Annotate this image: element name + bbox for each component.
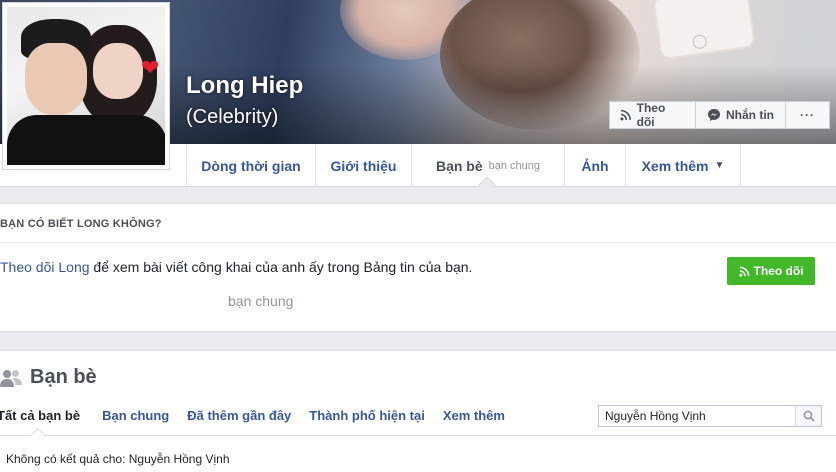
friends-filter-tabs: Tất cả bạn bè Bạn chung Đã thêm gần đây …	[0, 408, 523, 423]
friends-search	[598, 405, 822, 427]
card-description: Theo dõi Long để xem bài viết công khai …	[0, 259, 473, 275]
profile-name[interactable]: Long Hiep	[186, 72, 303, 100]
rss-icon	[620, 109, 631, 121]
mutual-friends-count: bạn chung	[488, 159, 541, 172]
more-dots-icon: ···	[800, 108, 815, 122]
phone-in-cover	[652, 0, 756, 61]
follow-link[interactable]: Theo dõi Long	[0, 259, 90, 275]
friends-tab-recent[interactable]: Đã thêm gần đây	[187, 408, 291, 423]
friends-header: Bạn bè	[0, 366, 97, 389]
tab-timeline[interactable]: Dòng thời gian	[186, 144, 315, 187]
profile-page: Long Hiep (Celebrity) Theo dõi Nhắn tin …	[0, 0, 836, 472]
mutual-friends-label[interactable]: bạn chung	[228, 293, 293, 309]
follow-green-button[interactable]: Theo dõi	[727, 257, 815, 285]
tab-more[interactable]: Xem thêm ▼	[625, 144, 741, 187]
rss-icon	[738, 266, 749, 277]
more-options-button[interactable]: ···	[786, 101, 830, 129]
suggest-follow-card: BẠN CÓ BIẾT LONG KHÔNG? Theo dõi Long để…	[0, 203, 836, 332]
follow-button[interactable]: Theo dõi	[609, 101, 696, 129]
follow-button-label: Theo dõi	[636, 101, 666, 129]
message-button-label: Nhắn tin	[726, 108, 774, 122]
card-title: BẠN CÓ BIẾT LONG KHÔNG?	[0, 218, 162, 230]
message-button[interactable]: Nhắn tin	[696, 101, 786, 129]
messenger-icon	[708, 109, 720, 121]
friends-search-input[interactable]	[599, 406, 795, 426]
search-icon	[803, 410, 815, 422]
tab-photos[interactable]: Ảnh	[564, 144, 625, 187]
friends-title: Bạn bè	[30, 366, 97, 388]
friends-tab-more[interactable]: Xem thêm	[443, 408, 505, 423]
search-button[interactable]	[795, 406, 821, 426]
friends-tab-current-city[interactable]: Thành phố hiện tại	[309, 408, 425, 423]
friends-section: Bạn bè Tất cả bạn bè Bạn chung Đã thêm g…	[0, 350, 836, 472]
profile-category: (Celebrity)	[186, 106, 279, 128]
heart-icon: ❤	[141, 55, 160, 80]
friends-tab-all[interactable]: Tất cả bạn bè	[0, 408, 80, 423]
friends-icon	[0, 369, 22, 387]
cover-action-buttons: Theo dõi Nhắn tin ···	[609, 101, 830, 129]
friends-tab-mutual[interactable]: Bạn chung	[102, 408, 169, 423]
no-result-message: Không có kết quả cho: Nguyễn Hồng Vịnh	[6, 452, 230, 466]
profile-picture[interactable]: ❤	[2, 2, 170, 170]
active-tab-notch	[30, 427, 46, 443]
caret-down-icon: ▼	[714, 160, 725, 171]
tab-about[interactable]: Giới thiệu	[315, 144, 411, 187]
